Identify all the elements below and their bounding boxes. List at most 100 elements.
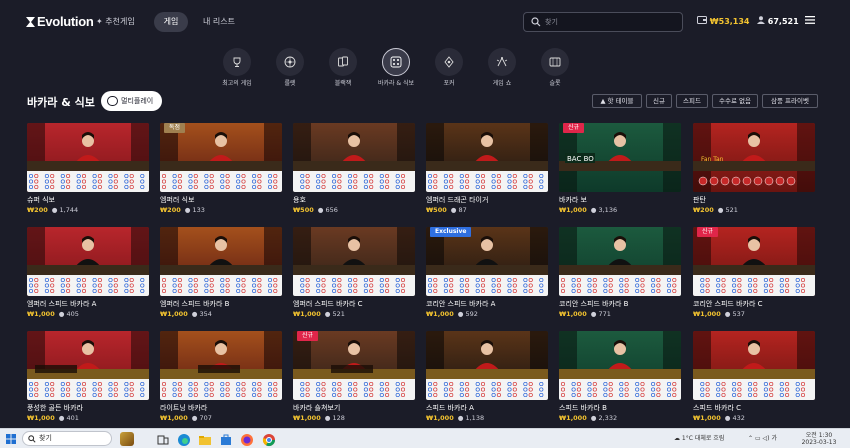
game-thumbnail[interactable] — [27, 227, 149, 296]
category-label: 블랙잭 — [334, 80, 352, 87]
user-icon: ● — [724, 414, 731, 422]
user-icon: ● — [450, 206, 457, 214]
game-thumbnail[interactable] — [27, 123, 149, 192]
category-icon-wrap — [329, 48, 357, 76]
game-card[interactable]: 엠퍼러 스피드 바카라 A ₩1,000 ● 405 — [27, 227, 149, 321]
balance-display[interactable]: ₩53,134 — [697, 16, 750, 26]
game-card[interactable]: 풍성한 골든 바카라 ₩1,000 ● 401 — [27, 331, 149, 425]
game-card[interactable]: BAC BO 신규 바카라 보 ₩1,000 ● 3,136 — [559, 123, 681, 217]
category-poker[interactable]: 포커 — [424, 48, 474, 87]
game-thumbnail[interactable] — [160, 227, 282, 296]
ime-icon: 가 — [771, 435, 777, 442]
game-badge: 신규 — [697, 227, 719, 237]
nav-recommended-games[interactable]: ✦ 추천게임 — [96, 12, 135, 32]
hamburger-menu-icon[interactable] — [805, 16, 815, 24]
category-label: 슬롯 — [549, 80, 561, 87]
edge-icon[interactable] — [177, 432, 191, 446]
game-card[interactable]: 슈퍼 식보 ₩200 ● 1,744 — [27, 123, 149, 217]
game-card[interactable]: 스피드 바카라 A ₩1,000 ● 1,138 — [426, 331, 548, 425]
user-icon: ● — [324, 310, 331, 318]
game-card[interactable]: 코리안 스피드 바카라 B ₩1,000 ● 771 — [559, 227, 681, 321]
game-thumbnail[interactable] — [293, 227, 415, 296]
game-thumbnail[interactable] — [559, 227, 681, 296]
game-title: 풍성한 골든 바카라 — [27, 404, 83, 412]
filter-button[interactable]: 스피드 — [676, 94, 708, 108]
game-thumbnail[interactable] — [426, 227, 548, 296]
chrome-icon[interactable] — [262, 432, 276, 447]
game-thumbnail[interactable] — [559, 331, 681, 400]
game-thumbnail-image — [293, 227, 415, 296]
system-tray-icons[interactable]: ⌃ ▭ ◁) 가 — [748, 435, 777, 442]
file-explorer-icon[interactable] — [198, 432, 212, 446]
game-thumbnail[interactable] — [693, 227, 815, 296]
game-title: 슈퍼 식보 — [27, 196, 55, 204]
category-baccarat[interactable]: 바카라 & 식보 — [371, 48, 421, 87]
game-thumbnail[interactable]: BAC BO — [559, 123, 681, 192]
min-bet: ₩1,000 — [293, 310, 321, 318]
game-thumbnail[interactable] — [27, 331, 149, 400]
game-thumbnail-image — [693, 331, 815, 400]
category-roulette[interactable]: 룰렛 — [265, 48, 315, 87]
min-bet: ₩1,000 — [160, 310, 188, 318]
player-count: ● 2,332 — [591, 414, 617, 422]
evolution-logo[interactable]: Evolution — [26, 14, 94, 29]
game-thumbnail-image: Fan Tan — [693, 123, 815, 192]
category-cards[interactable]: 블랙잭 — [318, 48, 368, 87]
nav-my-list[interactable]: 내 리스트 — [203, 12, 235, 32]
game-thumbnail[interactable] — [426, 123, 548, 192]
search-input[interactable]: 찾기 — [523, 12, 683, 32]
filter-button[interactable]: 신규 — [646, 94, 672, 108]
min-bet: ₩200 — [27, 206, 48, 214]
game-card[interactable]: 스피드 바카라 B ₩1,000 ● 2,332 — [559, 331, 681, 425]
game-thumbnail[interactable] — [293, 331, 415, 400]
filter-button[interactable]: ▲ 핫 테이블 — [592, 94, 642, 108]
game-card[interactable]: 독점 엠퍼러 식보 ₩200 ● 133 — [160, 123, 282, 217]
network-icon: ▭ — [754, 435, 761, 442]
taskbar-thumbnail[interactable] — [120, 432, 134, 446]
game-card[interactable]: 엠퍼러 스피드 바카라 C ₩1,000 ● 521 — [293, 227, 415, 321]
game-card[interactable]: 용호 ₩500 ● 656 — [293, 123, 415, 217]
nav-recommended-label: 추천게임 — [105, 17, 135, 26]
windows-start-icon[interactable] — [6, 434, 16, 444]
game-thumbnail[interactable] — [426, 331, 548, 400]
player-count-value: 401 — [66, 414, 79, 422]
category-trophy[interactable]: 최고의 게임 — [212, 48, 262, 87]
game-card[interactable]: 신규 코리안 스피드 바카라 C ₩1,000 ● 537 — [693, 227, 815, 321]
game-card[interactable]: Fan Tan 판탄 ₩200 ● 521 — [693, 123, 815, 217]
game-title: 라이트닝 바카라 — [160, 404, 208, 412]
user-icon: ● — [191, 414, 198, 422]
game-card[interactable]: 신규 바카라 숄쳐보기 ₩1,000 ● 128 — [293, 331, 415, 425]
game-card[interactable]: Exclusive 코리안 스피드 바카라 A ₩1,000 ● 592 — [426, 227, 548, 321]
taskbar-search-label: 찾기 — [39, 434, 52, 442]
filter-button[interactable]: 수수료 없음 — [712, 94, 758, 108]
user-icon: ● — [317, 206, 324, 214]
player-count: ● 521 — [325, 310, 345, 318]
game-thumbnail[interactable]: Fan Tan — [693, 123, 815, 192]
clock[interactable]: 오전 1:30 2023-03-13 — [800, 432, 838, 446]
store-icon[interactable] — [219, 432, 233, 446]
taskbar-search[interactable]: 찾기 — [22, 431, 112, 446]
filter-button[interactable]: 삼풍 프라이벳 — [762, 94, 818, 108]
game-thumbnail-image — [160, 331, 282, 400]
game-card[interactable]: 스피드 바카라 C ₩1,000 ● 432 — [693, 331, 815, 425]
game-card[interactable]: 엠퍼러 스피드 바카라 B ₩1,000 ● 354 — [160, 227, 282, 321]
firefox-icon[interactable] — [240, 432, 254, 446]
nav-games[interactable]: 게임 — [154, 12, 188, 32]
weather-widget[interactable]: ☁ 1°C 대체로 흐림 — [674, 435, 724, 442]
category-game-show[interactable]: 게임 쇼 — [477, 48, 527, 87]
game-card[interactable]: 라이트닝 바카라 ₩1,000 ● 707 — [160, 331, 282, 425]
evolution-logo-icon — [26, 17, 35, 27]
task-view-icon[interactable] — [156, 432, 170, 446]
poker-icon — [444, 56, 454, 68]
game-thumbnail[interactable] — [160, 123, 282, 192]
player-count: ● 401 — [59, 414, 79, 422]
game-title: 엠퍼러 스피드 바카라 A — [27, 300, 97, 308]
category-slot[interactable]: 슬롯 — [530, 48, 580, 87]
multiplay-toggle[interactable]: 멀티플레이 — [101, 91, 162, 111]
game-title: 코리안 스피드 바카라 C — [693, 300, 763, 308]
category-icon-wrap — [488, 48, 516, 76]
game-thumbnail[interactable] — [160, 331, 282, 400]
game-card[interactable]: 엠퍼러 드래곤 타이거 ₩500 ● 87 — [426, 123, 548, 217]
game-thumbnail[interactable] — [293, 123, 415, 192]
game-thumbnail[interactable] — [693, 331, 815, 400]
